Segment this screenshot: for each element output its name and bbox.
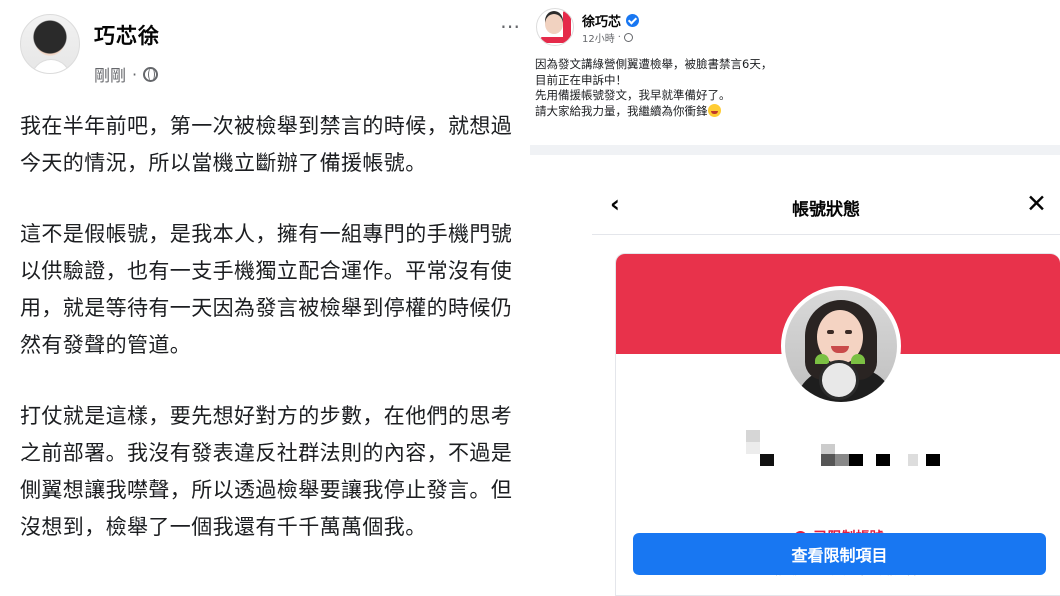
left-post: 巧芯徐 剛剛 · ⋯ 我在半年前吧，第一次被檢舉到禁言的時候，就想過今天的情況，… (0, 0, 530, 596)
post-line: 因為發文講綠營側翼遭檢舉，被臉書禁言6天， (535, 57, 773, 71)
post-time[interactable]: 12小時 (582, 30, 615, 45)
globe-icon[interactable] (623, 33, 633, 42)
right-post: 徐巧芯 12小時 · 因為發文講綠營側翼遭檢舉，被臉書禁言6天， 目前正在申訴中… (530, 0, 1060, 145)
post-meta: 12小時 · (582, 30, 633, 45)
post-body: 因為發文講綠營側翼遭檢舉，被臉書禁言6天， 目前正在申訴中！ 先用備援帳號發文，… (535, 57, 1055, 119)
author-name[interactable]: 巧芯徐 (94, 20, 160, 50)
pixelated-name (746, 430, 946, 466)
post-paragraph: 這不是假帳號，是我本人，擁有一組專門的手機門號以供驗證，也有一支手機獨立配合運作… (20, 222, 513, 357)
author-name-row: 徐巧芯 (582, 11, 640, 30)
divider (530, 145, 1060, 155)
divider (592, 234, 1060, 235)
post-paragraph: 我在半年前吧，第一次被檢舉到禁言的時候，就想過今天的情況，所以當機立斷辦了備援帳… (20, 114, 513, 175)
post-time[interactable]: 剛剛 (94, 62, 126, 86)
author-avatar[interactable] (20, 14, 80, 74)
post-line: 先用備援帳號發文，我早就準備好了。 (535, 88, 731, 102)
globe-icon[interactable] (143, 66, 159, 82)
author-avatar[interactable] (536, 8, 574, 46)
verified-badge-icon (626, 14, 640, 27)
grin-emoji-icon (707, 103, 721, 117)
post-line: 目前正在申訴中！ (535, 72, 627, 87)
post-meta: 剛剛 · (94, 62, 159, 86)
profile-picture (781, 286, 901, 406)
post-paragraph: 打仗就是這樣，要先想好對方的步數，在他們的思考之前部署。我沒有發表違反社群法則的… (20, 404, 513, 539)
close-button[interactable]: ✕ (1026, 191, 1047, 216)
post-body: 我在半年前吧，第一次被檢舉到禁言的時候，就想過今天的情況，所以當機立斷辦了備援帳… (20, 108, 520, 580)
view-restrictions-button[interactable]: 查看限制項目 (633, 533, 1046, 575)
post-line: 請大家給我力量，我繼續為你衝鋒 (535, 103, 1055, 120)
more-options-icon[interactable]: ⋯ (500, 14, 521, 38)
panel-title: 帳號狀態 (792, 200, 860, 220)
author-name[interactable]: 徐巧芯 (582, 11, 621, 30)
